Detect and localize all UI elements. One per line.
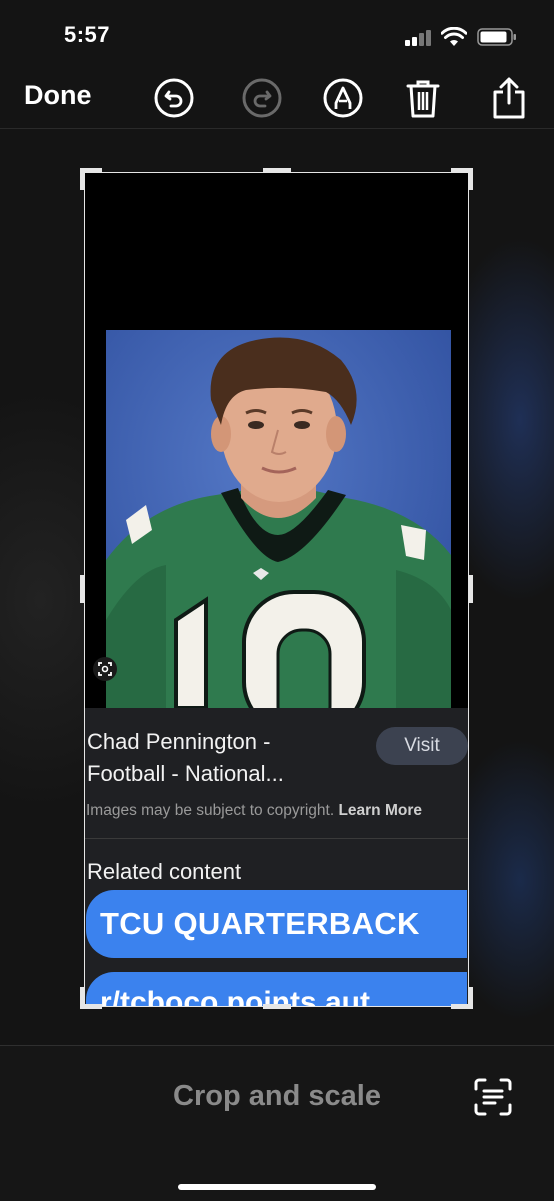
delete-button[interactable] (401, 76, 445, 120)
crop-handle-right[interactable] (468, 575, 473, 603)
battery-icon (477, 28, 516, 46)
redo-button[interactable] (240, 76, 284, 120)
cellular-signal-icon (405, 30, 431, 46)
redo-icon (242, 78, 282, 118)
crop-and-scale-label: Crop and scale (173, 1080, 381, 1112)
undo-button[interactable] (152, 76, 196, 120)
crop-handle-top[interactable] (263, 168, 291, 173)
share-button[interactable] (487, 76, 531, 120)
crop-handle-top-right-v[interactable] (468, 168, 473, 190)
undo-icon (154, 78, 194, 118)
crop-handle-bottom[interactable] (263, 1004, 291, 1009)
crop-handle-left[interactable] (80, 575, 85, 603)
markup-icon (323, 78, 363, 118)
markup-button[interactable] (321, 76, 365, 120)
home-indicator[interactable] (178, 1184, 376, 1190)
wifi-icon (441, 27, 467, 46)
bottom-bar: Crop and scale (0, 1045, 554, 1201)
status-bar: 5:57 (0, 0, 554, 70)
trash-icon (406, 80, 440, 118)
status-time: 5:57 (64, 22, 111, 47)
share-icon (493, 77, 525, 119)
crop-handle-top-left-v[interactable] (80, 168, 85, 190)
crop-frame[interactable] (84, 172, 469, 1007)
done-button[interactable]: Done (24, 80, 92, 111)
crop-handle-bottom-left-v[interactable] (80, 987, 85, 1009)
editor-toolbar: Done (0, 70, 554, 129)
crop-handle-bottom-right-v[interactable] (468, 987, 473, 1009)
live-text-icon[interactable] (472, 1076, 514, 1118)
